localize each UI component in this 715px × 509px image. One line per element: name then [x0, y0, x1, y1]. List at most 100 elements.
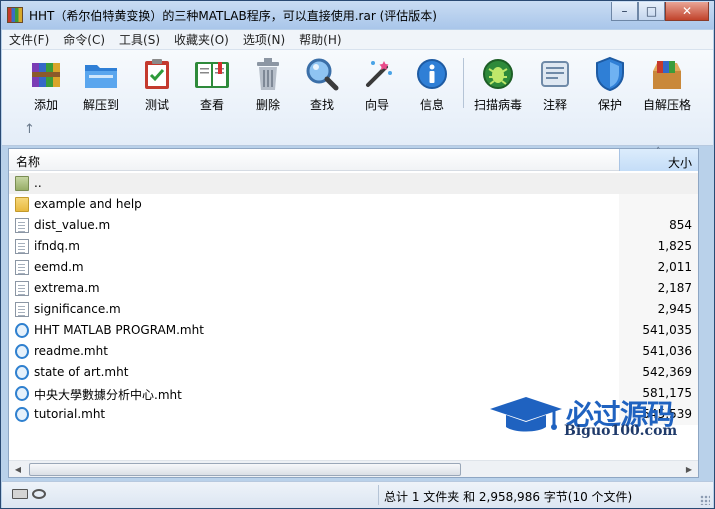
sort-ascending-icon: ˄ — [656, 147, 661, 157]
test-label: 测试 — [144, 98, 169, 112]
protect-label: 保护 — [597, 98, 622, 112]
window-title: HHT（希尔伯特黄变换）的三种MATLAB程序，可以直接使用.rar (评估版本… — [29, 9, 437, 23]
list-item[interactable]: ifndq.m 1,825 — [9, 236, 698, 257]
wizard-button[interactable]: 向导 — [349, 55, 405, 113]
comment-label: 注释 — [542, 98, 567, 112]
file-name: state of art.mht — [34, 365, 129, 379]
folder-icon — [15, 197, 29, 212]
add-button[interactable]: 添加 — [18, 55, 74, 113]
status-summary: 总计 1 文件夹 和 2,958,986 字节(10 个文件) — [384, 490, 633, 504]
file-size: 541,036 — [642, 344, 692, 358]
file-name: extrema.m — [34, 281, 100, 295]
file-name: tutorial.mht — [34, 407, 106, 421]
list-item[interactable]: extrema.m 2,187 — [9, 278, 698, 299]
parent-folder-icon — [15, 176, 29, 191]
magnifier-icon — [303, 55, 341, 92]
horizontal-scrollbar[interactable]: ◀ ▶ — [9, 460, 698, 477]
mht-file-icon — [15, 386, 29, 401]
file-icon — [15, 281, 29, 296]
list-item[interactable]: dist_value.m 854 — [9, 215, 698, 236]
protect-button[interactable]: 保护 — [582, 55, 638, 113]
column-header-size[interactable]: ˄ 大小 — [619, 147, 698, 171]
maximize-button[interactable]: □ — [638, 2, 665, 21]
find-button[interactable]: 查找 — [294, 55, 350, 113]
info-button[interactable]: 信息 — [404, 55, 460, 113]
test-button[interactable]: 测试 — [129, 55, 185, 113]
delete-button[interactable]: 删除 — [240, 55, 296, 113]
virus-scan-label: 扫描病毒 — [473, 98, 522, 112]
toolbar: 添加 解压到 测试 查看 删除 查找 向导 信息 扫描病毒 注释 保护 自解压格… — [2, 50, 713, 146]
view-label: 查看 — [199, 98, 224, 112]
file-name: .. — [34, 176, 42, 190]
scrollbar-thumb[interactable] — [29, 463, 461, 476]
file-size: 2,945 — [657, 302, 692, 316]
virus-scan-button[interactable]: 扫描病毒 — [470, 55, 526, 113]
shield-icon — [591, 55, 629, 92]
toolbar-separator — [463, 58, 464, 108]
list-item[interactable]: readme.mht 541,036 — [9, 341, 698, 362]
file-size: 542,369 — [642, 365, 692, 379]
file-name: HHT MATLAB PROGRAM.mht — [34, 323, 204, 337]
info-icon — [413, 55, 451, 92]
file-name: 中央大學數據分析中心.mht — [34, 388, 182, 402]
close-button[interactable]: ✕ — [665, 2, 709, 21]
sfx-button[interactable]: 自解压格 — [639, 55, 695, 113]
comment-icon — [536, 55, 574, 92]
resize-grip-icon[interactable] — [700, 495, 710, 505]
menu-tools[interactable]: 工具(S) — [112, 31, 167, 48]
list-item[interactable]: HHT MATLAB PROGRAM.mht 541,035 — [9, 320, 698, 341]
menu-options[interactable]: 选项(N) — [236, 31, 292, 48]
find-label: 查找 — [309, 98, 334, 112]
column-header-name[interactable]: 名称 — [16, 153, 40, 170]
drive-icon[interactable] — [12, 489, 28, 499]
archive-add-icon — [27, 55, 65, 92]
bug-scan-icon — [479, 55, 517, 92]
list-item[interactable]: example and help — [9, 194, 698, 215]
up-one-level-button[interactable]: ↑ — [24, 122, 35, 137]
mht-file-icon — [15, 344, 29, 359]
extract-to-label: 解压到 — [82, 98, 119, 112]
file-icon — [15, 239, 29, 254]
menu-help[interactable]: 帮助(H) — [292, 31, 348, 48]
title-bar: HHT（希尔伯特黄变换）的三种MATLAB程序，可以直接使用.rar (评估版本… — [1, 1, 714, 29]
file-icon — [15, 218, 29, 233]
graduation-cap-icon — [490, 397, 562, 432]
extract-to-button[interactable]: 解压到 — [73, 55, 129, 113]
column-header-size-label: 大小 — [667, 156, 692, 170]
trash-can-icon — [249, 55, 287, 92]
winrar-icon — [7, 7, 23, 23]
list-item[interactable]: .. — [9, 173, 698, 194]
status-bar: 总计 1 文件夹 和 2,958,986 字节(10 个文件) — [2, 481, 713, 508]
file-name: significance.m — [34, 302, 121, 316]
folder-extract-icon — [82, 55, 120, 92]
file-size: 2,187 — [657, 281, 692, 295]
view-button[interactable]: 查看 — [184, 55, 240, 113]
minimize-button[interactable]: – — [611, 2, 638, 21]
key-icon[interactable] — [32, 489, 46, 499]
book-view-icon — [193, 55, 231, 92]
magic-wand-icon — [358, 55, 396, 92]
list-item[interactable]: significance.m 2,945 — [9, 299, 698, 320]
file-icon — [15, 302, 29, 317]
watermark-logo: 必过源码 Biguo100.com — [488, 393, 698, 443]
scroll-right-icon[interactable]: ▶ — [682, 463, 696, 476]
file-icon — [15, 260, 29, 275]
winrar-window: HHT（希尔伯特黄变换）的三种MATLAB程序，可以直接使用.rar (评估版本… — [0, 0, 715, 509]
delete-label: 删除 — [255, 98, 280, 112]
menu-favorites[interactable]: 收藏夹(O) — [167, 31, 236, 48]
scroll-left-icon[interactable]: ◀ — [11, 463, 25, 476]
file-name: dist_value.m — [34, 218, 111, 232]
menu-file[interactable]: 文件(F) — [2, 31, 56, 48]
menu-commands[interactable]: 命令(C) — [56, 31, 112, 48]
list-item[interactable]: state of art.mht 542,369 — [9, 362, 698, 383]
mht-file-icon — [15, 323, 29, 338]
list-item[interactable]: eemd.m 2,011 — [9, 257, 698, 278]
file-name: readme.mht — [34, 344, 108, 358]
status-separator — [378, 485, 379, 505]
add-label: 添加 — [33, 98, 58, 112]
info-label: 信息 — [419, 98, 444, 112]
comment-button[interactable]: 注释 — [527, 55, 583, 113]
sfx-box-icon — [648, 55, 686, 92]
mht-file-icon — [15, 365, 29, 380]
file-size: 854 — [669, 218, 692, 232]
